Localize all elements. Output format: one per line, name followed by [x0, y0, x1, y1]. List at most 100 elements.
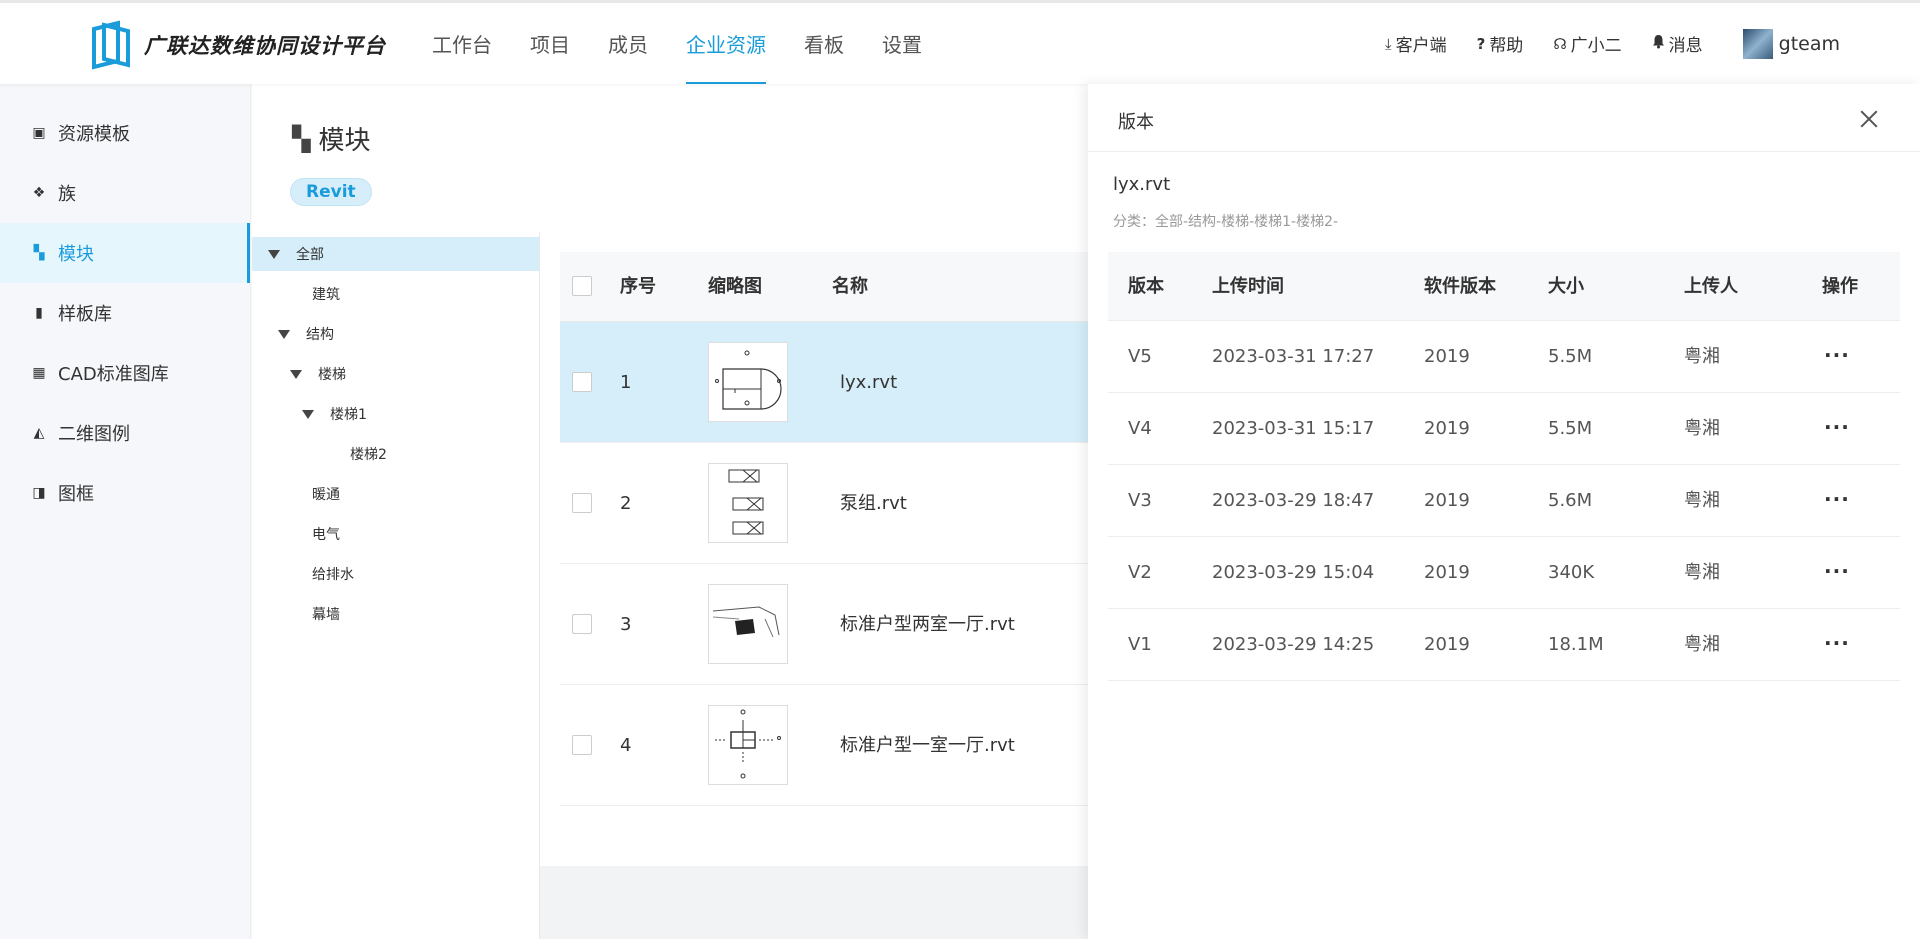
nav-workbench[interactable]: 工作台: [432, 3, 492, 84]
row-name[interactable]: lyx.rvt: [840, 322, 897, 443]
table-row[interactable]: 1 lyx.rvt 2: [560, 322, 1099, 443]
version-row[interactable]: V2 2023-03-29 15:04 2019 340K 粤湘 ···: [1108, 537, 1900, 609]
more-actions-icon[interactable]: ···: [1824, 321, 1850, 389]
row-name[interactable]: 标准户型两室一厅.rvt: [840, 564, 1015, 685]
sidebar-item-label: 资源模板: [58, 124, 130, 145]
client-label: 客户端: [1395, 36, 1447, 56]
row-index: 4: [620, 735, 632, 756]
sidebar-item-2d-legend[interactable]: ◭ 二维图例: [0, 403, 250, 463]
software-version: 2019: [1424, 418, 1470, 439]
nav-enterprise-resources[interactable]: 企业资源: [686, 3, 766, 84]
row-checkbox[interactable]: [572, 614, 592, 634]
caret-down-icon[interactable]: [278, 329, 290, 339]
table-header: 序号 缩略图 名称 软: [560, 252, 1106, 322]
nav-dashboard[interactable]: 看板: [804, 3, 844, 84]
caret-down-icon[interactable]: [268, 249, 280, 259]
more-actions-icon[interactable]: ···: [1824, 609, 1850, 677]
sidebar: ▣ 资源模板 ❖ 族 ▚ 模块 ▮ 样板库 ▦ CAD标准图库 ◭ 二维图例 ◨…: [0, 84, 251, 939]
sidebar-item-cad-library[interactable]: ▦ CAD标准图库: [0, 343, 250, 403]
category-tree: 全部 建筑 结构 楼梯 楼梯1 楼梯2 暖通 电气 给排水 幕墙: [252, 232, 540, 939]
drawer-header: 版本: [1088, 84, 1920, 152]
tree-node-stairs[interactable]: 楼梯: [252, 357, 539, 391]
help-label: 帮助: [1489, 36, 1524, 56]
col-name: 名称: [832, 276, 868, 297]
tree-node-structure[interactable]: 结构: [252, 317, 539, 351]
module-table: 序号 缩略图 名称 软 1 lyx.rvt 2: [540, 232, 1106, 939]
pagination-area: [540, 866, 1088, 939]
sidebar-item-resource-templates[interactable]: ▣ 资源模板: [0, 103, 250, 163]
sidebar-item-family[interactable]: ❖ 族: [0, 163, 250, 223]
revit-tag[interactable]: Revit: [290, 178, 372, 206]
client-download-link[interactable]: ⤓ 客户端: [1385, 31, 1447, 57]
file-category: 分类：全部-结构-楼梯-楼梯1-楼梯2-: [1113, 214, 1339, 230]
tree-node-label: 幕墙: [312, 607, 340, 623]
software-version: 2019: [1424, 490, 1470, 511]
version-drawer: 版本 lyx.rvt 分类：全部-结构-楼梯-楼梯1-楼梯2- 版本 上传时间 …: [1088, 84, 1920, 939]
version-row[interactable]: V5 2023-03-31 17:27 2019 5.5M 粤湘 ···: [1108, 321, 1900, 393]
col-software-version: 软件版本: [1424, 276, 1496, 297]
tree-node-stairs-2[interactable]: 楼梯2: [252, 437, 539, 471]
logo-icon: [88, 19, 134, 71]
tree-node-label: 结构: [306, 327, 334, 343]
tree-node-hvac[interactable]: 暖通: [252, 477, 539, 511]
uploader: 粤湘: [1684, 562, 1720, 583]
sidebar-item-frame[interactable]: ◨ 图框: [0, 463, 250, 523]
more-actions-icon[interactable]: ···: [1824, 393, 1850, 461]
nav-members[interactable]: 成员: [608, 3, 648, 84]
row-checkbox[interactable]: [572, 493, 592, 513]
uploader: 粤湘: [1684, 634, 1720, 655]
tree-node-curtain-wall[interactable]: 幕墙: [252, 597, 539, 631]
version-row[interactable]: V4 2023-03-31 15:17 2019 5.5M 粤湘 ···: [1108, 393, 1900, 465]
row-name[interactable]: 标准户型一室一厅.rvt: [840, 685, 1015, 806]
user-menu[interactable]: gteam: [1742, 28, 1840, 59]
header-actions: ⤓ 客户端 ? 帮助 ☊ 广小二 消息 gteam: [1385, 3, 1920, 84]
version-row[interactable]: V1 2023-03-29 14:25 2019 18.1M 粤湘 ···: [1108, 609, 1900, 681]
row-checkbox[interactable]: [572, 735, 592, 755]
tree-node-plumbing[interactable]: 给排水: [252, 557, 539, 591]
thumbnail-image: [708, 463, 788, 543]
tree-node-electrical[interactable]: 电气: [252, 517, 539, 551]
table-row[interactable]: 3 标准户型两室一厅.rvt 2: [560, 564, 1099, 685]
tree-node-label: 电气: [312, 527, 340, 543]
row-index: 2: [620, 493, 632, 514]
tree-node-label: 给排水: [312, 567, 354, 583]
nav-projects[interactable]: 项目: [530, 3, 570, 84]
tree-node-stairs-1[interactable]: 楼梯1: [252, 397, 539, 431]
file-name: lyx.rvt: [1113, 174, 1171, 195]
tree-node-all[interactable]: 全部: [252, 237, 539, 271]
logo[interactable]: 广联达数维协同设计平台: [88, 19, 386, 71]
caret-down-icon[interactable]: [290, 369, 302, 379]
more-actions-icon[interactable]: ···: [1824, 465, 1850, 533]
version-label: V4: [1128, 418, 1152, 439]
close-icon[interactable]: [1858, 108, 1880, 130]
upload-time: 2023-03-29 15:04: [1212, 562, 1375, 583]
avatar: [1742, 28, 1773, 59]
software-version: 2019: [1424, 562, 1470, 583]
version-label: V1: [1128, 634, 1152, 655]
assistant-link[interactable]: ☊ 广小二: [1553, 31, 1621, 57]
sidebar-item-label: 族: [58, 184, 76, 205]
sidebar-item-sample-library[interactable]: ▮ 样板库: [0, 283, 250, 343]
table-row[interactable]: 4 标准户型一室一厅.rvt 2: [560, 685, 1099, 806]
help-link[interactable]: ? 帮助: [1477, 31, 1524, 57]
select-all-checkbox[interactable]: [572, 276, 592, 296]
nav-settings[interactable]: 设置: [882, 3, 922, 84]
tree-node-architecture[interactable]: 建筑: [252, 277, 539, 311]
col-index: 序号: [620, 276, 656, 297]
col-thumbnail: 缩略图: [708, 276, 762, 297]
more-actions-icon[interactable]: ···: [1824, 537, 1850, 605]
page-head: ▚ 模块 Revit: [252, 84, 1088, 232]
file-size: 5.6M: [1548, 490, 1593, 511]
version-row[interactable]: V3 2023-03-29 18:47 2019 5.6M 粤湘 ···: [1108, 465, 1900, 537]
user-name: gteam: [1778, 32, 1840, 55]
row-checkbox[interactable]: [572, 372, 592, 392]
messages-link[interactable]: 消息: [1652, 31, 1703, 56]
table-row[interactable]: 2 泵组.rvt 2: [560, 443, 1099, 564]
frame-icon: ◨: [32, 485, 46, 501]
sidebar-item-modules[interactable]: ▚ 模块: [0, 223, 250, 283]
row-name[interactable]: 泵组.rvt: [840, 443, 907, 564]
version-label: V5: [1128, 346, 1152, 367]
col-upload-time: 上传时间: [1212, 276, 1284, 297]
uploader: 粤湘: [1684, 346, 1720, 367]
caret-down-icon[interactable]: [302, 409, 314, 419]
